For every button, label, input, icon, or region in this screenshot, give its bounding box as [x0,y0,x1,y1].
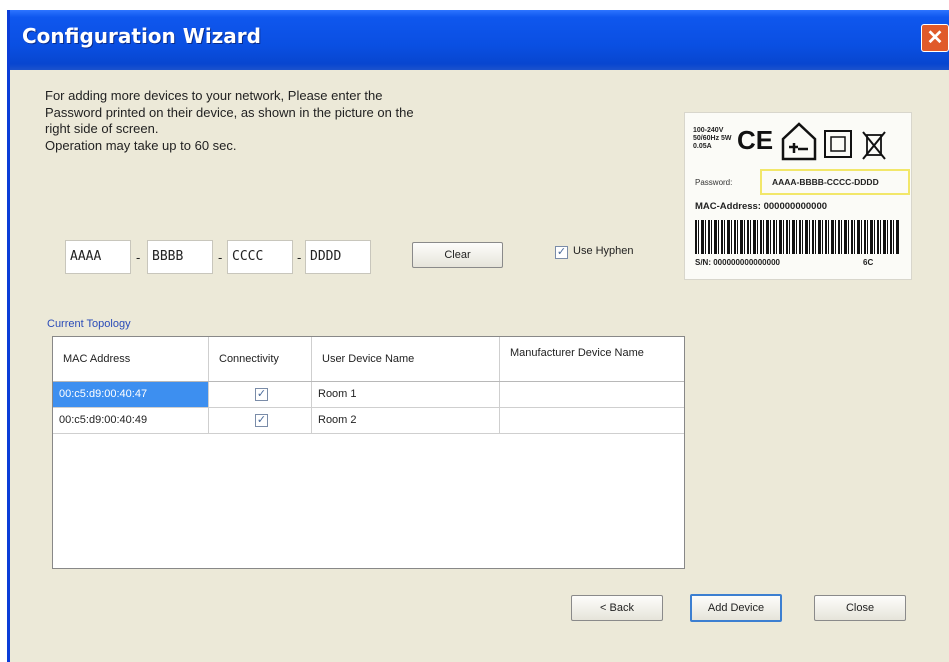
column-header-user-device-name[interactable]: User Device Name [312,337,500,381]
serial-number-text: S/N: 000000000000000 [695,258,780,267]
topology-table: MAC Address Connectivity User Device Nam… [52,336,685,569]
table-row[interactable]: 00:c5:d9:00:40:47 ✓ Room 1 [53,382,500,408]
password-segment-2-input[interactable]: BBBB [147,240,213,274]
house-plug-icon [781,122,817,161]
column-header-connectivity[interactable]: Connectivity [209,337,312,381]
connectivity-checkbox[interactable]: ✓ [255,388,268,401]
user-device-name-cell[interactable]: Room 2 [312,408,500,433]
clear-button[interactable]: Clear [412,242,503,268]
user-device-name-cell[interactable]: Room 1 [312,382,500,407]
ce-mark-icon: CE [737,125,774,155]
label-code-text: 6C [863,258,874,267]
password-separator-1: - [136,250,141,265]
double-insulation-icon [824,130,852,158]
use-hyphen-checkbox[interactable]: ✓ [555,246,568,259]
mac-address-cell[interactable]: 00:c5:d9:00:40:47 [53,382,209,407]
back-button[interactable]: < Back [571,595,663,621]
password-segment-3-input[interactable]: CCCC [227,240,293,274]
title-bar[interactable]: Configuration Wizard ✕ [10,10,949,70]
connectivity-cell[interactable]: ✓ [209,382,312,407]
connectivity-checkbox[interactable]: ✓ [255,414,268,427]
use-hyphen-label: Use Hyphen [573,245,634,257]
mac-address-text: MAC-Address: 000000000000 [695,201,828,212]
password-separator-2: - [218,250,223,265]
password-segment-1-input[interactable]: AAAA [65,240,131,274]
close-button[interactable]: Close [814,595,906,621]
instructions-line-3: right side of screen. [45,121,159,136]
password-segment-4-input[interactable]: DDDD [305,240,371,274]
checkmark-icon: ✓ [556,246,567,258]
instructions-line-1: For adding more devices to your network,… [45,88,383,103]
connectivity-cell[interactable]: ✓ [209,408,312,433]
checkmark-icon: ✓ [256,414,267,426]
barcode-image [695,220,899,254]
close-icon: ✕ [926,27,944,49]
manufacturer-device-name-cell[interactable] [500,382,684,408]
instructions-text: For adding more devices to your network,… [45,88,565,154]
manufacturer-device-name-cell[interactable] [500,408,684,434]
add-device-button[interactable]: Add Device [690,594,782,622]
window-title: Configuration Wizard [22,24,261,48]
table-row[interactable]: 00:c5:d9:00:40:49 ✓ Room 2 [53,408,500,434]
password-separator-3: - [297,250,302,265]
instructions-line-4: Operation may take up to 60 sec. [45,137,237,153]
checkmark-icon: ✓ [256,388,267,400]
rating-text: 100-240V 50/60Hz 5W 0.05A [693,127,732,150]
mac-address-cell[interactable]: 00:c5:d9:00:40:49 [53,408,209,433]
password-highlight-box: AAAA-BBBB-CCCC-DDDD [760,169,910,195]
device-label-image: 100-240V 50/60Hz 5W 0.05A CE Password: A… [684,112,912,280]
instructions-line-2: Password printed on their device, as sho… [45,104,414,120]
close-window-button[interactable]: ✕ [921,24,949,52]
password-caption: Password: [695,178,733,187]
column-header-mac-address[interactable]: MAC Address [53,337,209,381]
weee-bin-icon [862,131,886,160]
current-topology-label: Current Topology [47,318,131,330]
column-header-manufacturer-device-name[interactable]: Manufacturer Device Name [500,337,684,381]
